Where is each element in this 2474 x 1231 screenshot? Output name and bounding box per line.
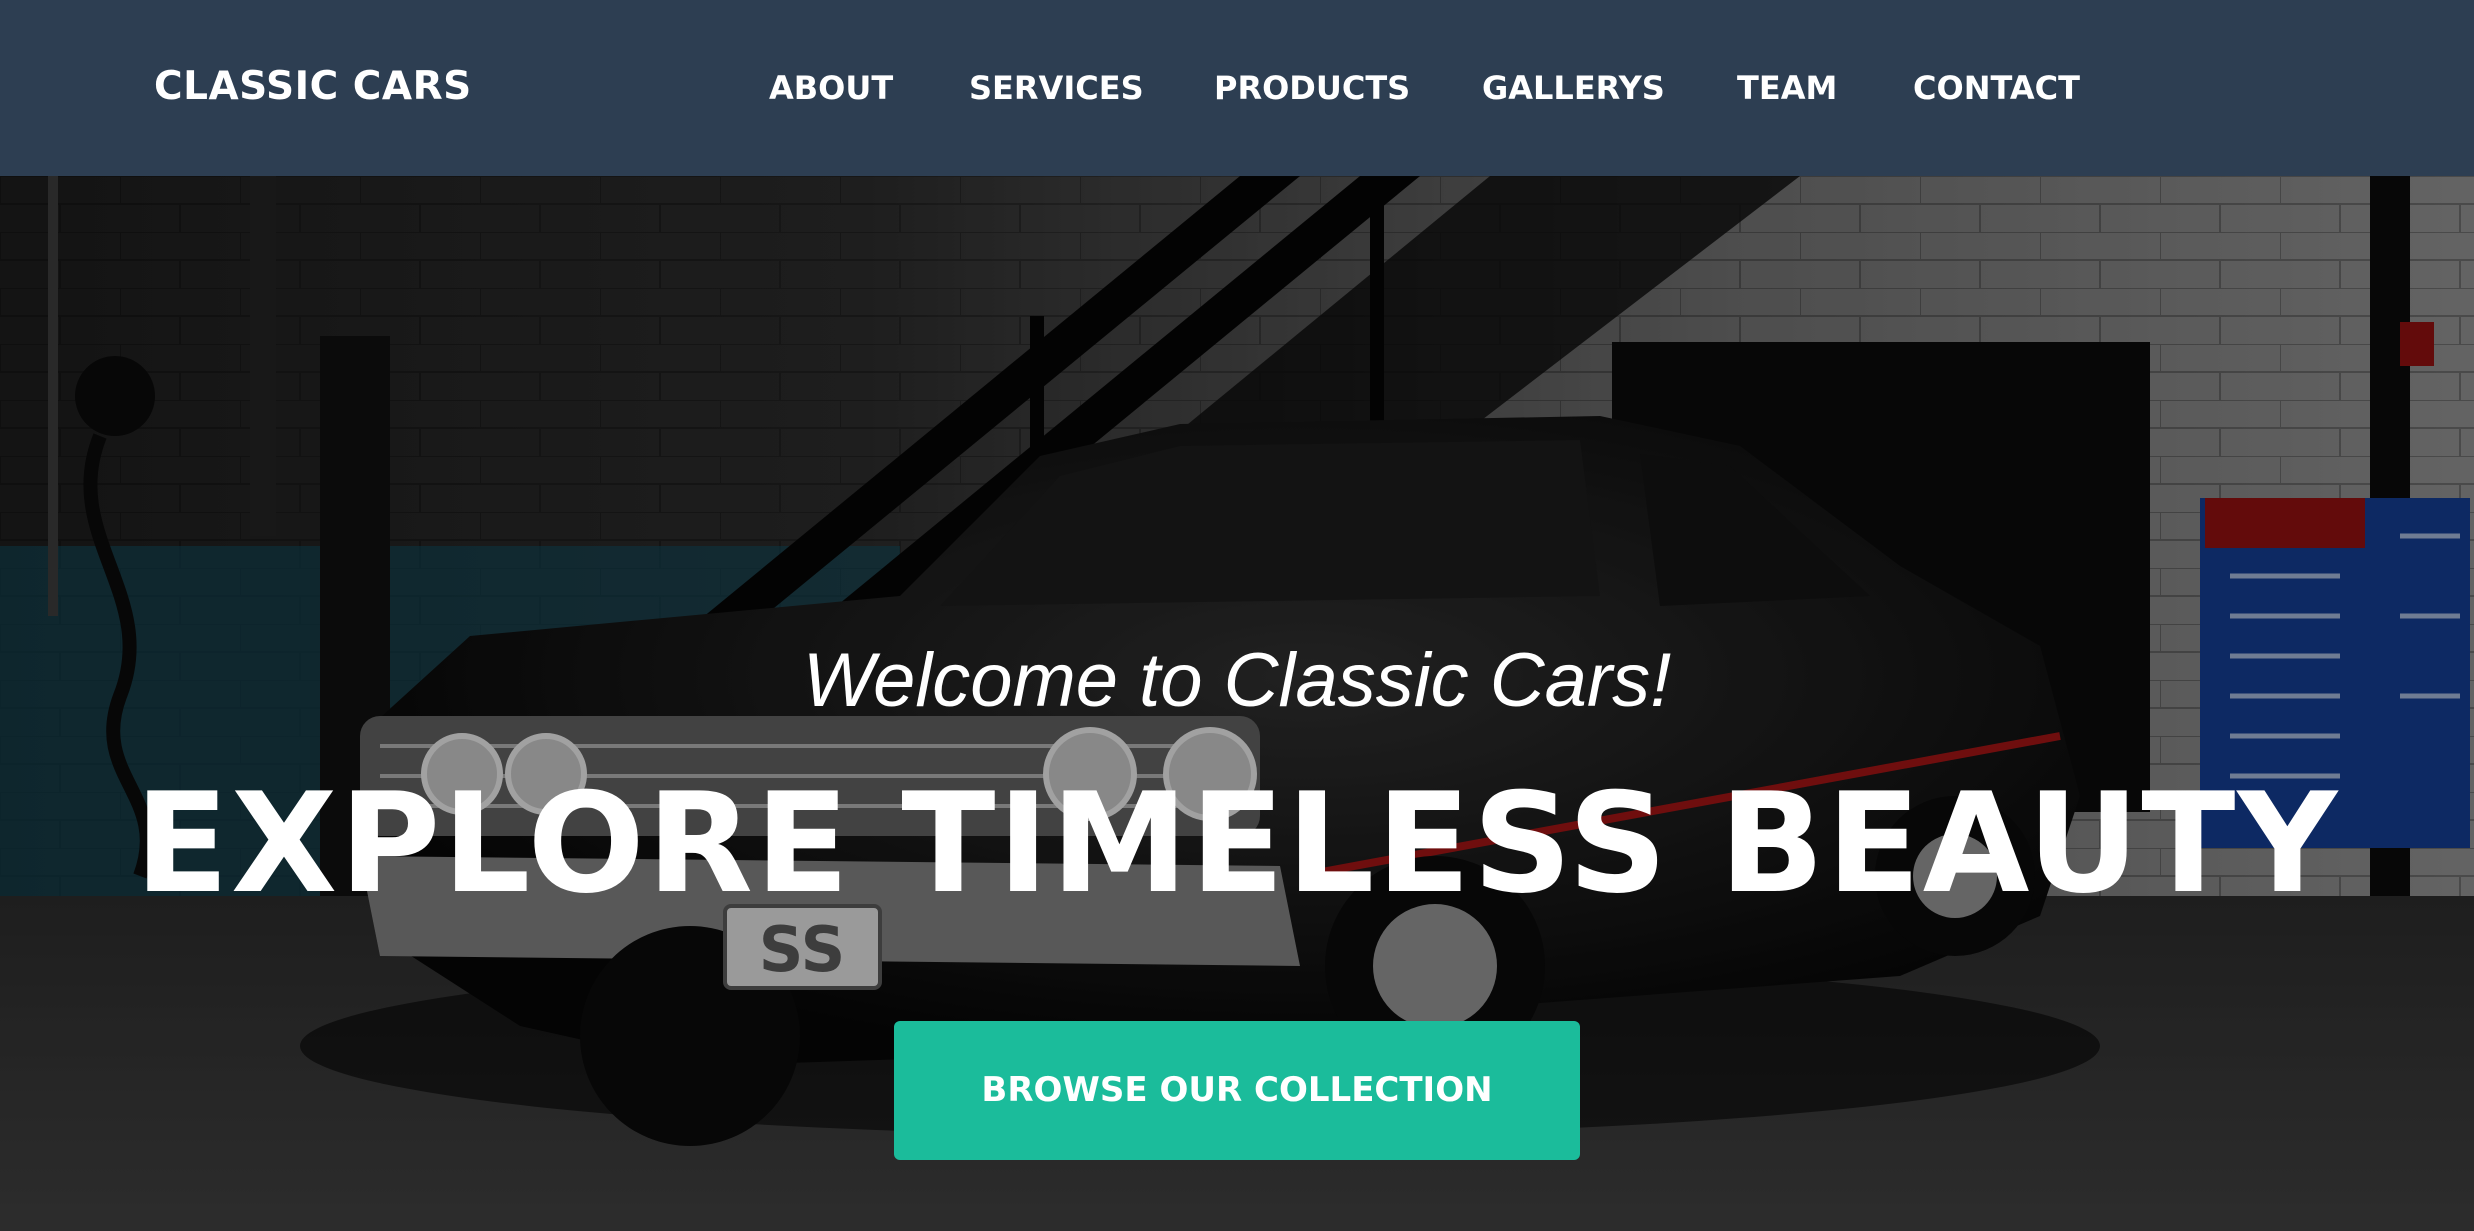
- nav-link-products[interactable]: PRODUCTS: [1214, 66, 1410, 110]
- nav-link-services[interactable]: SERVICES: [969, 66, 1144, 110]
- hero-section: SS Welcome to Classic Cars! EXPLORE TIME…: [0, 176, 2474, 1231]
- nav-link-contact[interactable]: CONTACT: [1913, 66, 2080, 110]
- nav-link-gallerys[interactable]: GALLERYS: [1482, 66, 1665, 110]
- hero-welcome-text: Welcome to Classic Cars!: [802, 638, 1672, 723]
- nav-link-team[interactable]: TEAM: [1737, 66, 1837, 110]
- nav-link-about[interactable]: ABOUT: [769, 66, 893, 110]
- browse-collection-button[interactable]: BROWSE OUR COLLECTION: [894, 1021, 1580, 1160]
- brand-logo-link[interactable]: CLASSIC CARS: [154, 62, 472, 112]
- hero-headline: EXPLORE TIMELESS BEAUTY: [134, 763, 2340, 924]
- top-navbar: CLASSIC CARS ABOUT SERVICES PRODUCTS GAL…: [0, 0, 2474, 176]
